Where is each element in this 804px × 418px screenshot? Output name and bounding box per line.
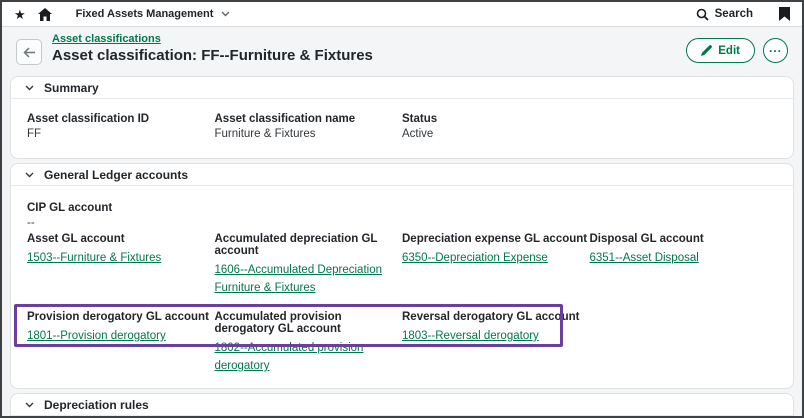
summary-card: Summary Asset classification ID FF Asset… (10, 76, 794, 159)
field-label: Accumulated provision derogatory GL acco… (215, 311, 403, 335)
page-header: Asset classifications Asset classificati… (2, 27, 802, 72)
general-ledger-accounts-card: General Ledger accounts CIP GL account -… (10, 163, 794, 389)
status-value: Active (402, 128, 590, 140)
bookmark-icon[interactable] (779, 7, 790, 21)
field-value: Furniture & Fixtures (215, 128, 403, 140)
chevron-down-icon (221, 11, 230, 17)
summary-section-toggle[interactable]: Summary (11, 77, 793, 99)
field-label: Reversal derogatory GL account (402, 311, 590, 323)
back-button[interactable] (16, 39, 42, 65)
field-cip-gl-account: CIP GL account -- (27, 202, 215, 229)
field-accumulated-depreciation-gl-account: Accumulated depreciation GL account 1606… (215, 233, 403, 296)
ellipsis-icon: ... (769, 41, 782, 55)
app-window: ★ Fixed Assets Management Search Asset c… (0, 0, 804, 418)
field-value: FF (27, 128, 215, 140)
field-label: Depreciation expense GL account (402, 233, 590, 245)
field-label: Asset GL account (27, 233, 215, 245)
gl-accounts-body: CIP GL account -- Asset GL account 1503-… (11, 186, 793, 388)
depreciation-rules-card: Depreciation rules Depreciation ...↑ Dep… (10, 393, 794, 418)
depreciation-expense-gl-account-link[interactable]: 6350--Depreciation Expense (402, 252, 548, 264)
provision-derogatory-gl-account-link[interactable]: 1801--Provision derogatory (27, 330, 166, 342)
field-label: CIP GL account (27, 202, 215, 214)
edit-button[interactable]: Edit (686, 38, 755, 63)
pencil-icon (701, 45, 712, 56)
breadcrumb-asset-classifications[interactable]: Asset classifications (52, 33, 161, 45)
field-asset-classification-id: Asset classification ID FF (27, 113, 215, 140)
field-label: Disposal GL account (590, 233, 778, 245)
search-label: Search (715, 8, 753, 20)
summary-fields: Asset classification ID FF Asset classif… (11, 99, 793, 158)
top-navigation-bar: ★ Fixed Assets Management Search (2, 2, 802, 27)
edit-button-label: Edit (718, 45, 740, 57)
field-value: -- (27, 217, 215, 229)
gl-accounts-section-toggle[interactable]: General Ledger accounts (11, 164, 793, 186)
search-button[interactable]: Search (696, 8, 753, 21)
field-asset-classification-name: Asset classification name Furniture & Fi… (215, 113, 403, 140)
app-switcher[interactable]: Fixed Assets Management (76, 8, 231, 20)
accumulated-depreciation-gl-account-link[interactable]: 1606--Accumulated Depreciation Furniture… (215, 264, 382, 294)
section-title: Summary (44, 81, 99, 95)
chevron-down-icon (25, 172, 34, 178)
field-label: Asset classification name (215, 113, 403, 125)
field-provision-derogatory-gl-account: Provision derogatory GL account 1801--Pr… (27, 311, 215, 374)
accumulated-provision-derogatory-gl-account-link[interactable]: 1802--Accumulated provision derogatory (215, 342, 364, 372)
page-title: Asset classification: FF--Furniture & Fi… (52, 47, 373, 64)
app-name-label: Fixed Assets Management (76, 8, 214, 20)
home-icon[interactable] (38, 8, 52, 21)
back-arrow-icon (23, 47, 36, 58)
field-reversal-derogatory-gl-account: Reversal derogatory GL account 1803--Rev… (402, 311, 590, 374)
more-actions-button[interactable]: ... (763, 38, 788, 63)
field-label: Status (402, 113, 590, 125)
disposal-gl-account-link[interactable]: 6351--Asset Disposal (590, 252, 699, 264)
section-title: Depreciation rules (44, 398, 149, 412)
chevron-down-icon (25, 85, 34, 91)
search-icon (696, 8, 709, 21)
field-asset-gl-account: Asset GL account 1503--Furniture & Fixtu… (27, 233, 215, 296)
field-depreciation-expense-gl-account: Depreciation expense GL account 6350--De… (402, 233, 590, 296)
field-label: Asset classification ID (27, 113, 215, 125)
field-disposal-gl-account: Disposal GL account 6351--Asset Disposal (590, 233, 778, 296)
header-actions: Edit ... (686, 38, 788, 63)
asset-gl-account-link[interactable]: 1503--Furniture & Fixtures (27, 252, 161, 264)
section-title: General Ledger accounts (44, 168, 188, 182)
reversal-derogatory-gl-account-link[interactable]: 1803--Reversal derogatory (402, 330, 539, 342)
depreciation-rules-section-toggle[interactable]: Depreciation rules (11, 394, 793, 416)
field-label: Accumulated depreciation GL account (215, 233, 403, 257)
field-accumulated-provision-derogatory-gl-account: Accumulated provision derogatory GL acco… (215, 311, 403, 374)
field-label: Provision derogatory GL account (27, 311, 215, 323)
field-status: Status Active (402, 113, 590, 140)
favorite-star-icon[interactable]: ★ (14, 8, 26, 21)
chevron-down-icon (25, 402, 34, 408)
